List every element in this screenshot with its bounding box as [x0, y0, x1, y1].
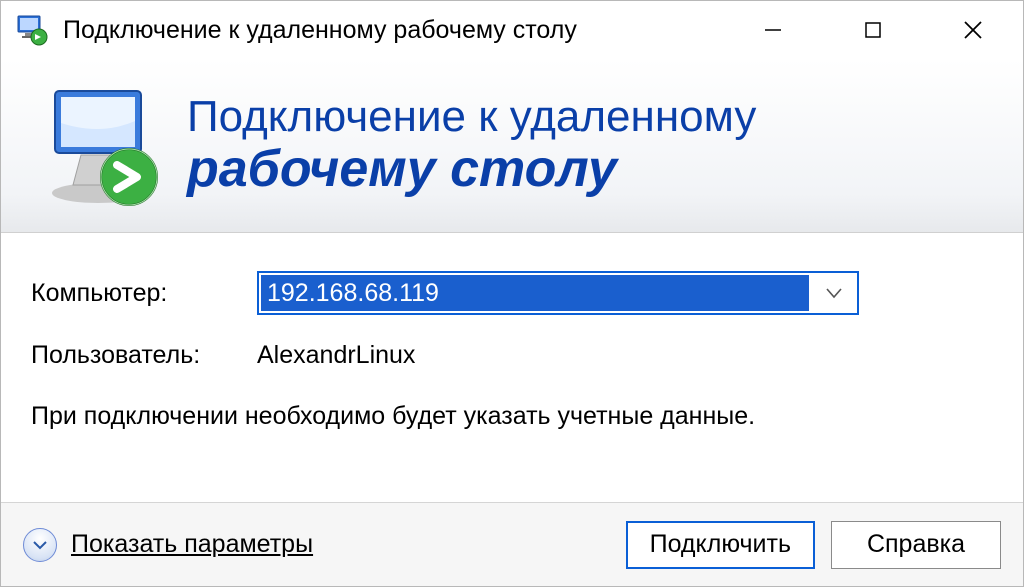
window-title: Подключение к удаленному рабочему столу — [63, 16, 723, 45]
titlebar: Подключение к удаленному рабочему столу — [1, 1, 1023, 59]
computer-combo[interactable] — [257, 271, 859, 315]
show-options-label: Показать параметры — [71, 530, 313, 559]
computer-row: Компьютер: — [31, 271, 993, 315]
show-options-toggle[interactable]: Показать параметры — [23, 528, 610, 562]
chevron-down-icon[interactable] — [811, 273, 857, 313]
maximize-button[interactable] — [823, 1, 923, 59]
computer-input[interactable] — [261, 275, 809, 311]
rdp-app-icon — [15, 13, 49, 47]
user-label: Пользователь: — [31, 341, 257, 370]
header-line1: Подключение к удаленному — [187, 94, 756, 140]
help-button[interactable]: Справка — [831, 521, 1001, 569]
rdp-large-icon — [41, 81, 171, 211]
footer: Показать параметры Подключить Справка — [1, 502, 1023, 586]
header-line2: рабочему столу — [187, 142, 756, 197]
minimize-button[interactable] — [723, 1, 823, 59]
credentials-hint: При подключении необходимо будет указать… — [31, 400, 791, 434]
close-button[interactable] — [923, 1, 1023, 59]
window-controls — [723, 1, 1023, 59]
body-area: Компьютер: Пользователь: AlexandrLinux П… — [1, 233, 1023, 502]
user-value: AlexandrLinux — [257, 341, 415, 370]
user-row: Пользователь: AlexandrLinux — [31, 341, 993, 370]
rdp-window: Подключение к удаленному рабочему столу — [0, 0, 1024, 587]
header-banner: Подключение к удаленному рабочему столу — [1, 59, 1023, 233]
connect-button[interactable]: Подключить — [626, 521, 815, 569]
header-text: Подключение к удаленному рабочему столу — [187, 94, 756, 197]
expand-down-icon — [23, 528, 57, 562]
computer-label: Компьютер: — [31, 279, 257, 308]
